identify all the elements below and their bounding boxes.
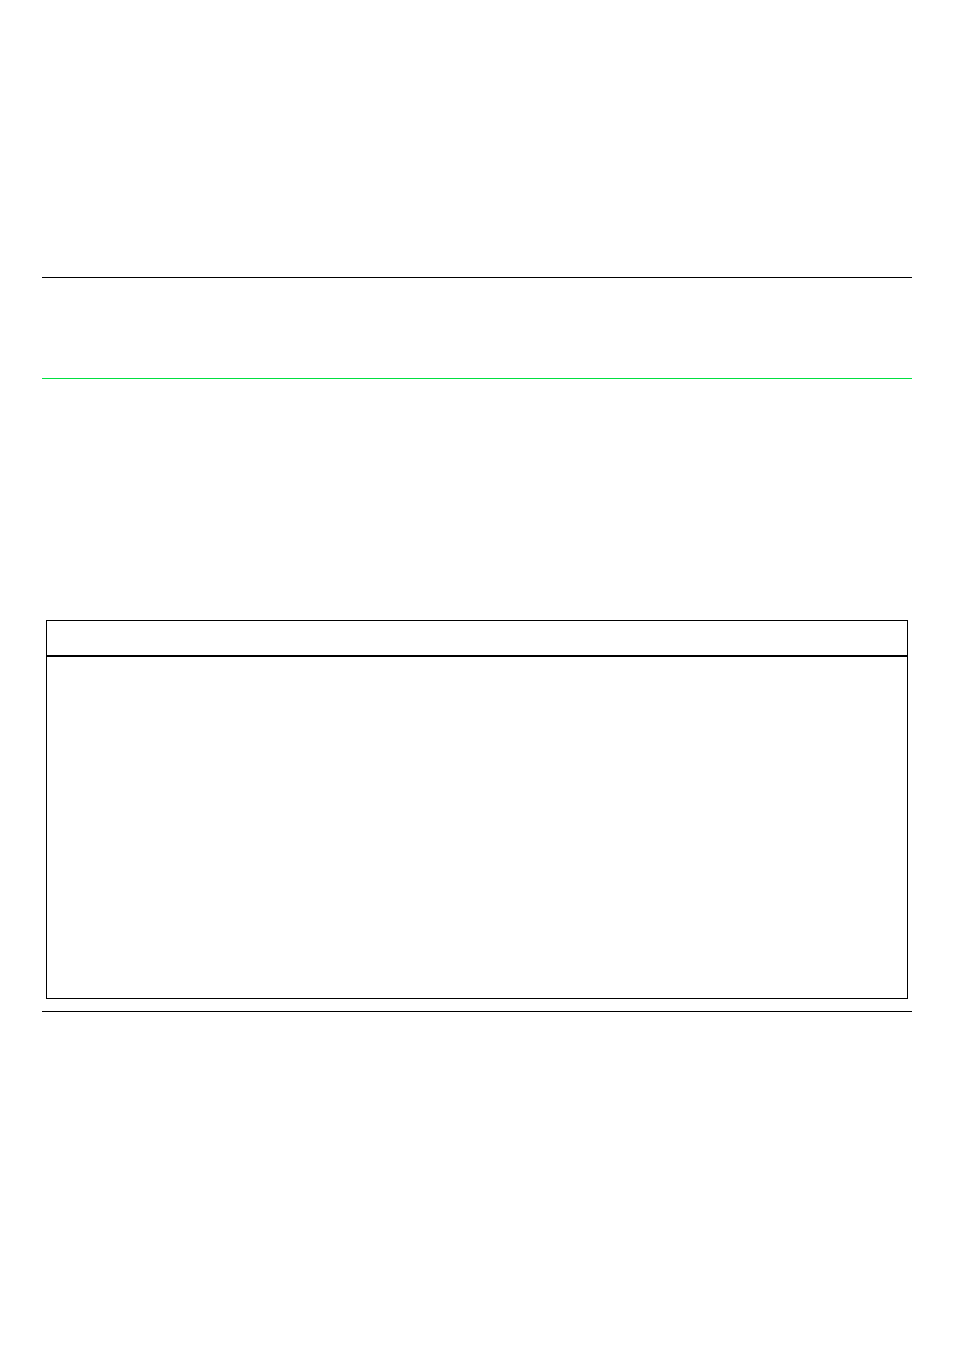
table-content-area <box>46 656 908 999</box>
horizontal-divider-bottom <box>42 1011 912 1012</box>
table-header-row <box>46 620 908 656</box>
horizontal-divider-top <box>42 277 912 278</box>
horizontal-divider-green <box>42 378 912 379</box>
